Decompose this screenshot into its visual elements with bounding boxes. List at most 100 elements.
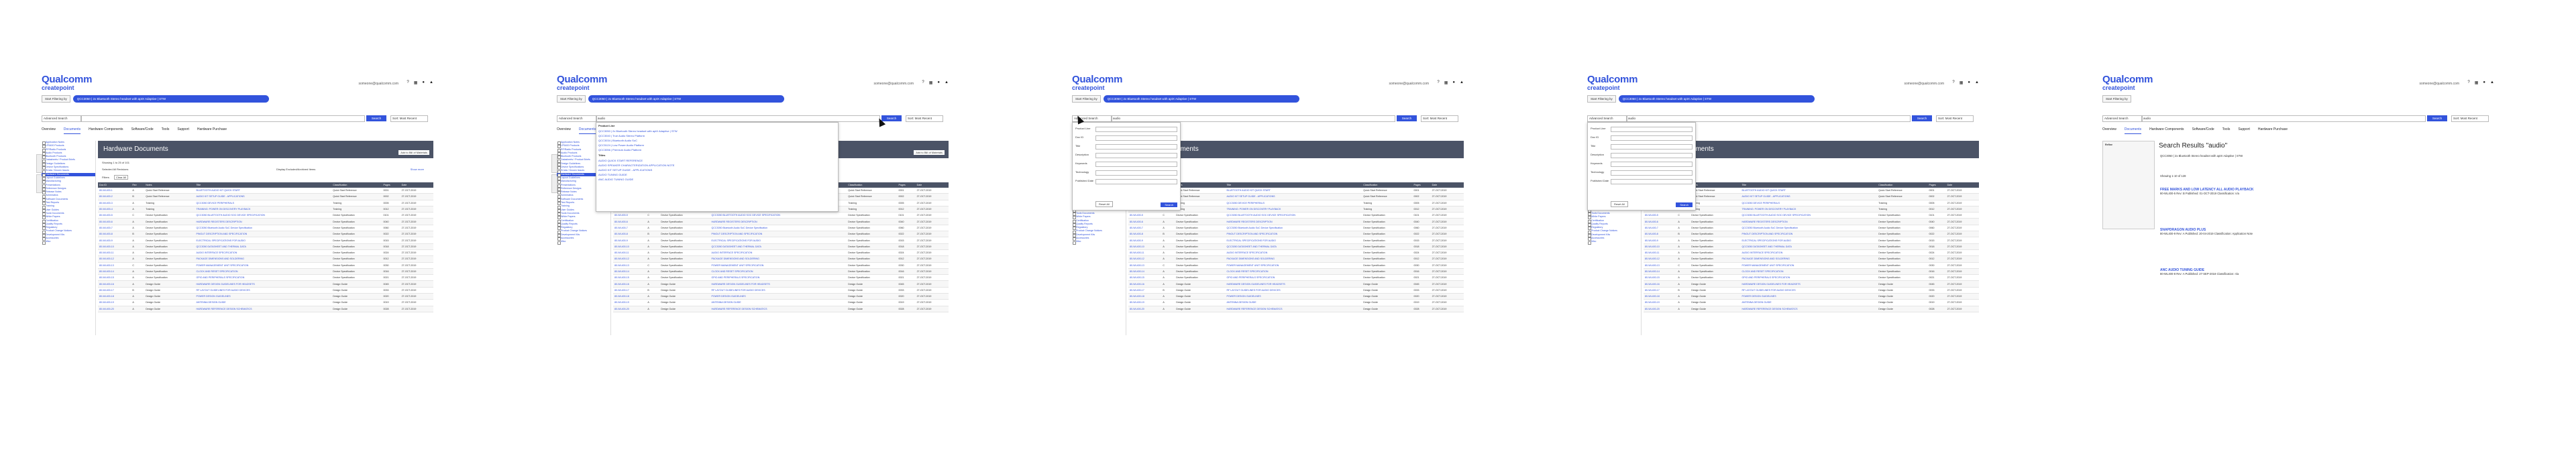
table-cell[interactable]: 80-WL400-6 [613, 218, 647, 225]
user-icon[interactable]: ● [422, 80, 425, 85]
table-row[interactable]: 80-WL400-8 B Device Specification PINOUT DE… [1128, 231, 1464, 238]
table-cell[interactable]: HARDWARE REFERENCE DESIGN SCHEMATICS [1225, 306, 1362, 312]
table-cell[interactable]: RF LAYOUT GUIDELINES FOR AUDIO DEVICES [710, 287, 847, 294]
column-header[interactable]: Notes [1175, 182, 1226, 188]
table-cell[interactable]: 80-WL400-8 [1644, 231, 1677, 238]
table-row[interactable]: 80-WL400-7 A Device Specification QCC3050 B… [613, 225, 949, 232]
table-cell[interactable]: 80-WL400-6 [1128, 218, 1162, 225]
table-row[interactable]: 80-WL400-10 A Device Specification QCC3050 … [1128, 243, 1464, 250]
table-cell[interactable]: 80-WL400-7 [1128, 225, 1162, 232]
show-more-link[interactable]: Show more [411, 168, 424, 171]
table-cell[interactable]: HARDWARE REFERENCE DESIGN SCHEMATICS [195, 306, 332, 312]
table-row[interactable]: 80-WL400-19 A Design Guide ANTENNA DESIGN G… [613, 299, 949, 306]
column-header[interactable]: Date [915, 182, 949, 188]
advanced-search-button[interactable]: Advanced Search [2102, 115, 2143, 122]
table-cell[interactable]: AUDIO INTERFACE SPECIFICATION [195, 249, 332, 257]
table-cell[interactable]: 80-WL400-20 [98, 306, 131, 312]
add-bom-button[interactable]: Add to Bill of Materials [914, 150, 945, 155]
column-header[interactable]: Notes [1690, 182, 1741, 188]
table-cell[interactable]: 80-WL400-16 [613, 280, 647, 288]
table-row[interactable]: 80-WL400-6 A Device Specification HARDWARE … [1644, 218, 1979, 225]
search-button[interactable]: Search [1397, 115, 1417, 121]
table-cell[interactable]: QCC3050 DEVICE PERIPHERALS [195, 200, 332, 206]
table-row[interactable]: 80-WL400-5 C Device Specification QCC3050 B… [613, 212, 949, 219]
table-cell[interactable]: 80-WL400-20 [613, 306, 647, 312]
device-pill[interactable]: QCC3050 | 2x Bluetooth Stereo headset wi… [588, 95, 784, 103]
tab-purchase[interactable]: Hardware Purchase [197, 127, 227, 134]
sidebar-item[interactable]: Misc [42, 240, 95, 245]
column-header[interactable]: Date [1430, 182, 1464, 188]
grid-icon[interactable]: ▦ [929, 80, 933, 85]
result-item[interactable]: ANC AUDIO TUNING GUIDE 80-WL400-8 Rev: A … [2160, 268, 2475, 276]
table-cell[interactable]: 80-WL400-18 [613, 293, 647, 300]
advanced-field-input[interactable] [1611, 153, 1693, 158]
table-cell[interactable]: QCC3050 BLUETOOTH AUDIO SOC DEVICE SPECI… [1740, 212, 1878, 219]
advanced-field-input[interactable] [1611, 144, 1693, 150]
tab-overview[interactable]: Overview [2102, 127, 2116, 134]
dropdown-item[interactable]: QCC3056 | Premium Audio Platform [596, 147, 838, 152]
cart-icon[interactable]: ▲ [1975, 80, 1979, 85]
table-cell[interactable]: 80-WL400-1 [98, 188, 131, 194]
table-cell[interactable]: AUDIO KIT SETUP GUIDE - APPLICATIONS [195, 193, 332, 200]
table-cell[interactable]: POWER DESIGN GUIDELINES [1225, 293, 1362, 300]
search-input[interactable]: audio [596, 115, 880, 122]
table-cell[interactable]: 80-WL400-12 [98, 255, 131, 263]
search-input[interactable]: audio [1626, 115, 1911, 122]
advanced-field-input[interactable] [1611, 170, 1693, 176]
table-cell[interactable]: 80-WL400-19 [98, 299, 131, 306]
column-header[interactable]: Pages [1412, 182, 1431, 188]
table-row[interactable]: 80-WL400-12 A Device Specification PACKAGE … [1644, 255, 1979, 263]
advanced-search-submit[interactable]: Search [1676, 202, 1693, 207]
table-cell[interactable]: QCC3050 Bluetooth Audio SoC Device Speci… [1740, 225, 1878, 232]
table-row[interactable]: 80-WL400-4ATrainingTRAINING: POWER ON DI… [98, 206, 433, 213]
table-cell[interactable]: 80-WL400-3 [98, 200, 131, 206]
tab-overview[interactable]: Overview [557, 127, 571, 134]
table-row[interactable]: 80-WL400-13 C Device Specification POWER MA… [613, 262, 949, 269]
tab-tools[interactable]: Tools [162, 127, 170, 134]
table-cell[interactable]: QCC3050 BLUETOOTH AUDIO SOC DEVICE SPECI… [195, 212, 332, 219]
table-row[interactable]: 80-WL400-8 B Device Specification PINOUT DE… [613, 231, 949, 238]
table-row[interactable]: 80-WL400-9 A Device Specification ELECTRICA… [1644, 237, 1979, 244]
user-email[interactable]: someone@qualcomm.com [1389, 82, 1429, 86]
table-cell[interactable]: 80-WL400-20 [1128, 306, 1162, 312]
user-icon[interactable]: ● [1968, 80, 1970, 85]
table-row[interactable]: 80-WL400-10 A Device Specification QCC3050 … [1644, 243, 1979, 250]
user-icon[interactable]: ● [937, 80, 940, 85]
table-cell[interactable]: QCC3050 Bluetooth Audio SoC Device Speci… [1225, 225, 1362, 232]
table-cell[interactable]: HARDWARE REGISTERS DESCRIPTION [710, 218, 847, 225]
table-cell[interactable]: 80-WL400-10 [1644, 243, 1677, 250]
table-cell[interactable]: QCC3050 Bluetooth Audio SoC Device Speci… [195, 225, 332, 232]
result-item[interactable]: FREE MARKS AND LOW LATENCY ALL AUDIO PLA… [2160, 188, 2475, 195]
table-cell[interactable]: POWER MANAGEMENT UNIT SPECIFICATION [1740, 262, 1878, 269]
sidebar-item[interactable]: Misc [1587, 240, 1641, 245]
clear-all-chip[interactable]: Clear All [114, 175, 128, 180]
table-row[interactable]: 80-WL400-6 A Device Specification HARDWARE … [613, 218, 949, 225]
advanced-field-input[interactable] [1095, 153, 1177, 158]
table-cell[interactable]: AUDIO INTERFACE SPECIFICATION [1225, 249, 1362, 257]
device-pill[interactable]: QCC3050 | 2x Bluetooth Stereo headset wi… [72, 95, 269, 103]
table-cell[interactable]: QCC3050 DATASHEET AND THERMAL DATA [1225, 243, 1362, 250]
table-row[interactable]: 80-WL400-13 C Device Specification POWER MA… [1644, 262, 1979, 269]
search-button[interactable]: Search [881, 115, 902, 121]
table-cell[interactable]: 80-WL400-18 [1128, 293, 1162, 300]
table-cell[interactable]: 80-WL400-13 [1644, 262, 1677, 269]
table-cell[interactable]: 80-WL400-16 [1644, 280, 1677, 288]
sidebar-item[interactable]: Misc [1072, 240, 1126, 245]
table-cell[interactable]: HARDWARE REGISTERS DESCRIPTION [1740, 218, 1878, 225]
table-row[interactable]: 80-WL400-16 A Design Guide HARDWARE DESIGN … [1128, 280, 1464, 288]
table-cell[interactable]: HARDWARE DESIGN GUIDELINES FOR HEADSETS [1225, 280, 1362, 288]
table-cell[interactable]: 80-WL400-16 [98, 280, 131, 288]
user-email[interactable]: someone@qualcomm.com [1904, 82, 1944, 86]
table-row[interactable]: 80-WL400-18 A Design Guide POWER DESIGN GUI… [98, 293, 433, 300]
table-cell[interactable]: POWER DESIGN GUIDELINES [710, 293, 847, 300]
grid-icon[interactable]: ▦ [2475, 80, 2479, 85]
table-cell[interactable]: 80-WL400-11 [1128, 249, 1162, 257]
table-row[interactable]: 80-WL400-10 A Device Specification QCC3050 … [613, 243, 949, 250]
table-cell[interactable]: QCC3050 BLUETOOTH AUDIO SOC DEVICE SPECI… [710, 212, 847, 219]
table-cell[interactable]: BLUETOOTH AUDIO KIT QUICK START [1740, 188, 1878, 194]
table-cell[interactable]: QCC3050 Bluetooth Audio SoC Device Speci… [710, 225, 847, 232]
table-cell[interactable]: CLOCK AND RESET SPECIFICATION [1225, 268, 1362, 276]
table-row[interactable]: 80-WL400-10 A Device Specification QCC3050 … [98, 243, 433, 250]
table-cell[interactable]: 80-WL400-14 [613, 268, 647, 276]
table-cell[interactable]: ELECTRICAL SPECIFICATIONS FOR AUDIO [710, 237, 847, 244]
